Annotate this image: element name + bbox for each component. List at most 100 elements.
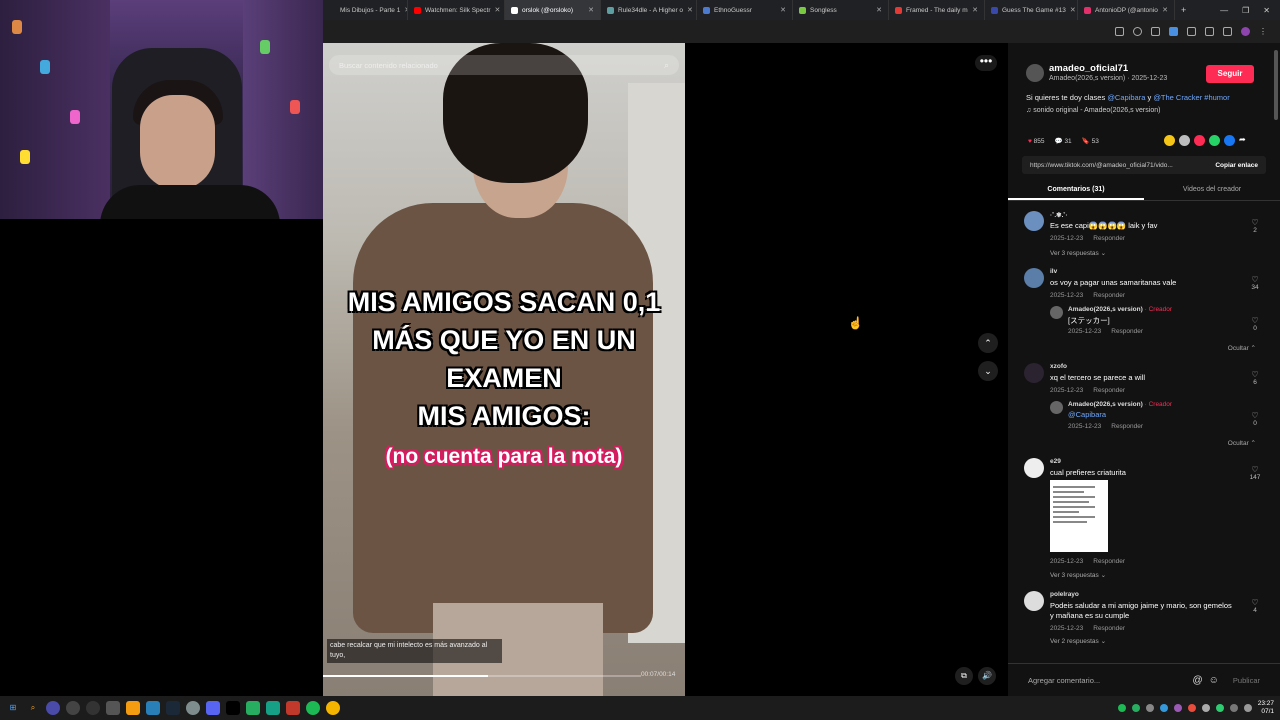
star-icon[interactable] [1133,27,1142,36]
follow-button[interactable]: Seguir [1206,65,1254,83]
view-replies-button[interactable]: Ver 3 respuestas ⌄ [1050,249,1106,257]
reply-username[interactable]: Amadeo(2026,s version) · Creador [1068,306,1172,313]
pinterest-icon[interactable] [1194,135,1205,146]
reply-button[interactable]: Responder [1093,235,1125,242]
close-icon[interactable]: ✕ [1070,6,1076,14]
extension-icon[interactable] [1169,27,1178,36]
reply-button[interactable]: Responder [1111,328,1143,335]
like-button[interactable]: ♥ 855 [1028,138,1045,145]
volume-icon[interactable] [1243,704,1252,712]
close-icon[interactable]: ✕ [972,6,978,14]
tray-icon[interactable] [1117,704,1126,712]
reply-button[interactable]: Responder [1093,625,1125,632]
mention-link[interactable]: @Capibara [1107,93,1145,102]
copy-link-button[interactable]: Copiar enlace [1215,162,1258,169]
publish-button[interactable]: Publicar [1233,676,1260,685]
tab-comments[interactable]: Comentarios (31) [1008,181,1144,200]
previous-video-button[interactable]: ⌃ [978,333,998,353]
comment-like-button[interactable]: ♡ 147 [1248,465,1262,481]
browser-tab[interactable]: Watchmen: Silk Spectr ✕ [408,0,505,20]
tray-icon[interactable] [1131,704,1140,712]
comment-like-button[interactable]: ♡ 2 [1248,218,1262,234]
app-icon[interactable] [246,701,260,715]
pip-button[interactable]: ⧉ [955,667,973,685]
reply-button[interactable]: Responder [1093,558,1125,565]
browser-tab-active[interactable]: orslok (@orsloko) ✕ [505,0,601,20]
split-view-icon[interactable] [1205,27,1214,36]
related-search-input[interactable]: Buscar contenido relacionado ⌕ [329,55,679,75]
browser-tab[interactable]: Framed - The daily m ✕ [889,0,985,20]
mention-link[interactable]: @The Cracker [1153,93,1202,102]
new-tab-button[interactable]: + [1175,0,1192,20]
comment-like-button[interactable]: ♡ 6 [1248,370,1262,386]
mention-icon[interactable]: @ [1193,675,1203,686]
reply-like-button[interactable]: ♡ 0 [1248,411,1262,427]
menu-icon[interactable]: ⋮ [1259,27,1268,36]
avatar[interactable] [1024,363,1044,383]
close-icon[interactable]: ✕ [588,6,594,14]
hide-replies-button[interactable]: Ocultar ⌃ [1228,344,1256,352]
chrome-icon[interactable] [326,701,340,715]
author-block[interactable]: amadeo_oficial71 Amadeo(2026,s version) … [1026,63,1167,82]
discord-icon[interactable] [206,701,220,715]
puzzle-icon[interactable] [1187,27,1196,36]
install-icon[interactable] [1115,27,1124,36]
tray-icon[interactable] [1173,704,1182,712]
browser-tab[interactable]: Mis Dibujos - Parte 1✕ [323,0,408,20]
key-icon[interactable] [1151,27,1160,36]
avatar[interactable] [1024,591,1044,611]
hide-replies-button[interactable]: Ocultar ⌃ [1228,439,1256,447]
reply-button[interactable]: Responder [1093,292,1125,299]
minimize-button[interactable]: — [1220,6,1228,15]
spotify-icon[interactable] [306,701,320,715]
browser-tab[interactable]: EthnoGuessr ✕ [697,0,793,20]
emoji-icon[interactable]: ☺ [1209,675,1219,686]
facebook-icon[interactable] [1224,135,1235,146]
steam-icon[interactable] [166,701,180,715]
whatsapp-icon[interactable] [1209,135,1220,146]
comment-username[interactable]: polelrayo [1050,591,1079,598]
close-icon[interactable]: ✕ [1162,6,1168,14]
reply-username[interactable]: Amadeo(2026,s version) · Creador [1068,401,1172,408]
reply-like-button[interactable]: ♡ 0 [1248,316,1262,332]
comment-like-button[interactable]: ♡ 4 [1248,598,1262,614]
close-icon[interactable]: ✕ [495,6,501,14]
search-icon[interactable]: ⌕ [664,60,669,71]
avatar[interactable] [1050,306,1063,319]
send-icon[interactable] [1179,135,1190,146]
reply-button[interactable]: Responder [1111,423,1143,430]
close-icon[interactable]: ✕ [687,6,693,14]
save-button[interactable]: 🔖 53 [1082,137,1099,145]
tray-icon[interactable] [1145,704,1154,712]
app-icon[interactable] [106,701,120,715]
browser-tab[interactable]: Songless ✕ [793,0,889,20]
browser-tab[interactable]: AntonioDP (@antonio ✕ [1078,0,1175,20]
volume-button[interactable]: 🔊 [978,667,996,685]
close-window-button[interactable]: ✕ [1263,6,1270,15]
view-replies-button[interactable]: Ver 3 respuestas ⌄ [1050,571,1106,579]
comment-username[interactable]: e29 [1050,458,1061,465]
downloads-icon[interactable] [1223,27,1232,36]
app-icon[interactable] [286,701,300,715]
comment-username[interactable]: ilv [1050,268,1057,275]
app-icon[interactable] [66,701,80,715]
avatar[interactable] [1026,63,1044,82]
close-icon[interactable]: ✕ [876,6,882,14]
tab-creator-videos[interactable]: Videos del creador [1144,181,1280,200]
avatar[interactable] [1024,211,1044,231]
tray-icon[interactable] [1159,704,1168,712]
profile-avatar[interactable] [1241,27,1250,36]
comment-input[interactable]: Agregar comentario... [1028,676,1100,685]
reply-button[interactable]: Responder [1093,387,1125,394]
tiktok-icon[interactable] [226,701,240,715]
app-icon[interactable] [146,701,160,715]
music-link[interactable]: ♫ sonido original - Amadeo(2026,s versio… [1026,107,1160,114]
wifi-icon[interactable] [1229,704,1238,712]
avatar[interactable] [1024,268,1044,288]
clock[interactable]: 23:27 07/1 [1258,700,1274,716]
app-icon[interactable] [86,701,100,715]
embed-icon[interactable] [1164,135,1175,146]
app-icon[interactable] [126,701,140,715]
comment-username[interactable]: ·˚.✾.˚· [1050,211,1068,219]
mention-link[interactable]: @Capibara [1068,410,1106,419]
